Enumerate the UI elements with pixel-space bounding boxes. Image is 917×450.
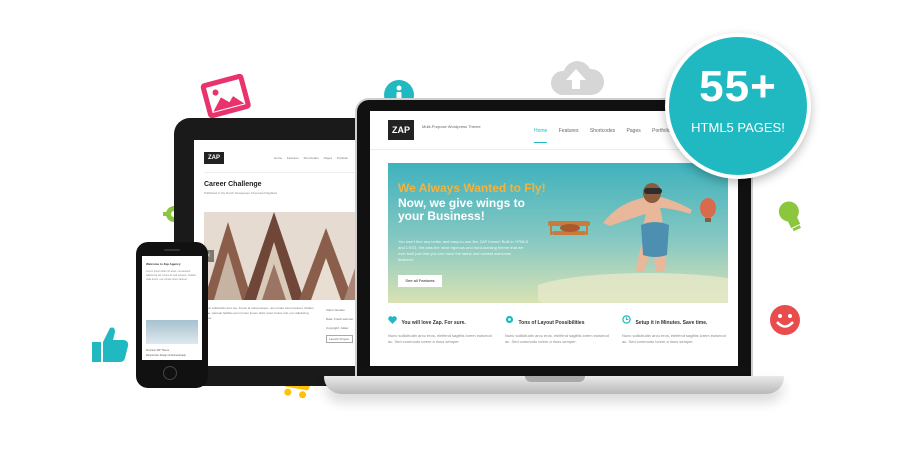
tablet-nav-item[interactable]: Features	[287, 156, 299, 160]
heart-icon	[388, 315, 397, 324]
thumbs-up-icon	[88, 322, 132, 371]
meta-client: Client: Envato	[326, 308, 345, 312]
phone-speaker	[164, 249, 180, 251]
tablet-slider-image: ‹	[204, 212, 364, 300]
launch-project-button[interactable]: Launch Project	[326, 335, 354, 343]
hero-subheading: Now, we give wings to your Business!	[398, 196, 525, 223]
site-logo[interactable]: ZAP	[388, 120, 414, 140]
badge-label: HTML5 PAGES!	[691, 120, 785, 135]
tablet-nav-item[interactable]: Portfolio	[337, 156, 348, 160]
tablet-project-meta: Client: Envato Date: Fresh summer Copyri…	[326, 306, 354, 343]
feature-column: Tons of Layout Possibilities Nunc sollic…	[505, 311, 615, 345]
tablet-nav-item[interactable]: Pages	[324, 156, 333, 160]
tablet-page-subtitle: Published in the Dutch Newspaper Financi…	[204, 191, 277, 195]
feature-title: You will love Zap. For sure.	[401, 320, 466, 326]
nav-item-features[interactable]: Features	[559, 128, 579, 134]
tablet-screen: ZAP Home Features Shortcodes Pages Portf…	[194, 140, 374, 366]
tablet-nav: Home Features Shortcodes Pages Portfolio	[274, 156, 352, 160]
clock-icon	[622, 315, 631, 324]
feature-column: You will love Zap. For sure. Nunc sollic…	[388, 311, 498, 345]
nav-item-home[interactable]: Home	[534, 128, 548, 143]
nav-item-shortcodes[interactable]: Shortcodes	[590, 128, 615, 134]
nav-item-pages[interactable]: Pages	[627, 128, 641, 134]
phone-link[interactable]: Responsive Design & Retina Ready	[146, 353, 186, 358]
phone-image	[146, 320, 198, 344]
tablet-divider	[204, 172, 364, 173]
see-all-features-button[interactable]: See all Features	[398, 275, 442, 287]
laptop-notch	[525, 376, 585, 382]
pages-count-badge: 55+ HTML5 PAGES!	[665, 33, 811, 179]
feature-title: Setup it in Minutes. Save time.	[635, 320, 708, 326]
phone-links: Premium WP Theme Responsive Design & Ret…	[146, 348, 186, 358]
hero-text: You won't find any better and easy-to-us…	[398, 239, 528, 262]
tablet-logo: ZAP	[204, 152, 224, 164]
lightbulb-icon	[773, 196, 809, 241]
feature-title: Tons of Layout Possibilities	[518, 320, 585, 326]
cogs-icon	[505, 316, 514, 324]
hero-banner: We Always Wanted to Fly! Now, we give wi…	[388, 163, 728, 303]
meta-date: Date: Fresh summer	[326, 317, 354, 321]
feature-column: Setup it in Minutes. Save time. Nunc sol…	[622, 311, 732, 345]
hero-image	[538, 183, 728, 303]
feature-text: Nunc sollicitudin arcu eros, eleifend sa…	[505, 333, 609, 344]
phone-home-button	[163, 366, 177, 380]
badge-number: 55+	[699, 62, 777, 111]
site-nav: Home Features Shortcodes Pages Portfolio	[534, 128, 680, 143]
phone-screen: Welcome to Zap Agency Lorem ipsum dolor …	[142, 256, 202, 360]
feature-text: Nunc sollicitudin arcu eros, eleifend sa…	[388, 333, 492, 344]
tablet-page-title: Career Challenge	[204, 181, 262, 188]
site-tagline: Multi-Purpose Wordpress Theme	[422, 124, 481, 129]
tablet-nav-item[interactable]: Shortcodes	[304, 156, 319, 160]
meta-copyright: Copyright: Julian	[326, 326, 349, 330]
cloud-upload-icon	[548, 55, 605, 104]
hero-heading: We Always Wanted to Fly!	[398, 181, 546, 195]
tablet-body-text: Nunc sollicitudin arcu leo. Fusce at vel…	[204, 306, 314, 320]
tablet-nav-item[interactable]: Home	[274, 156, 282, 160]
smiley-icon	[768, 303, 802, 342]
phone-body-text: Lorem ipsum dolor sit amet, consectetur …	[146, 270, 197, 281]
phone-page-title: Welcome to Zap Agency	[146, 262, 181, 266]
feature-text: Nunc sollicitudin arcu eros, eleifend sa…	[622, 333, 726, 344]
